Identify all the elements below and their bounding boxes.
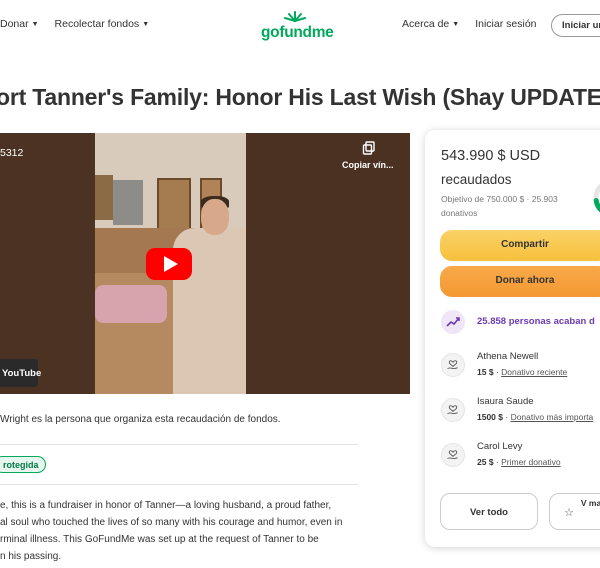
protected-badge[interactable]: rotegida <box>0 456 46 473</box>
start-fundraiser-button[interactable]: Iniciar una <box>551 14 600 37</box>
copy-link-icon[interactable] <box>362 141 376 155</box>
trending-up-icon <box>441 310 465 334</box>
divider <box>0 484 358 485</box>
top-donations-button[interactable]: ☆ V ma don <box>549 493 600 530</box>
play-icon <box>164 256 178 272</box>
donor-meta: 1500 $ · Donativo más importa <box>477 412 594 422</box>
header-nav-right: Acerca de ▼ Iniciar sesión <box>402 18 537 30</box>
donor-hand-heart-icon <box>441 398 465 422</box>
video-title-label: 5312 <box>0 147 24 159</box>
chevron-down-icon: ▼ <box>452 20 460 28</box>
nav-fundraise-menu[interactable]: Recolectar fondos ▼ <box>55 18 150 30</box>
description-line: al soul who touched the lives of so many… <box>0 517 343 528</box>
donor-name: Carol Levy <box>477 441 523 452</box>
copy-link-label[interactable]: Copiar vín... <box>342 160 394 170</box>
donor-hand-heart-icon <box>441 353 465 377</box>
nav-sign-in-link[interactable]: Iniciar sesión <box>475 18 536 30</box>
donor-meta: 15 $ · Donativo reciente <box>477 367 568 377</box>
progress-ring <box>593 178 600 218</box>
donor-meta: 25 $ · Primer donativo <box>477 457 561 467</box>
see-all-button[interactable]: Ver todo <box>440 493 538 530</box>
donor-amount: 25 $ <box>477 457 494 467</box>
goal-text: Objetivo de 750.000 $ · 25.903 donativos <box>441 194 558 218</box>
raised-label: recaudados <box>441 172 512 187</box>
divider <box>0 444 358 445</box>
donor-name: Isaura Saude <box>477 396 534 407</box>
header-nav-left: Donar ▼ Recolectar fondos ▼ <box>0 18 149 30</box>
site-header: Donar ▼ Recolectar fondos ▼ gofundme Ace… <box>0 0 600 52</box>
amount-raised: 543.990 $ USD <box>441 148 541 164</box>
nav-donate-label: Donar <box>0 18 29 30</box>
donor-amount: 15 $ <box>477 367 494 377</box>
nav-fundraise-label: Recolectar fondos <box>54 18 140 30</box>
donor-item: Athena Newell 15 $ · Donativo reciente <box>441 351 600 387</box>
campaign-video[interactable]: 5312 Copiar vín... YouTube <box>0 133 410 394</box>
donor-hand-heart-icon <box>441 443 465 467</box>
video-scene-fridge <box>113 180 143 225</box>
donor-tag-link[interactable]: Donativo más importa <box>511 412 594 422</box>
donate-now-button[interactable]: Donar ahora <box>440 266 600 297</box>
description-line: e, this is a fundraiser in honor of Tann… <box>0 500 332 511</box>
video-letterbox-left <box>0 133 95 394</box>
logo-text: gofundme <box>261 24 334 41</box>
page-title: ort Tanner's Family: Honor His Last Wish… <box>0 84 600 110</box>
nav-sign-in-label: Iniciar sesión <box>475 18 537 30</box>
donor-item: Carol Levy 25 $ · Primer donativo <box>441 441 600 477</box>
donor-name: Athena Newell <box>477 351 539 362</box>
gofundme-logo[interactable]: gofundme <box>261 11 334 42</box>
video-letterbox-right <box>246 133 410 394</box>
nav-about-label: Acerca de <box>402 18 450 30</box>
video-scene-door <box>157 178 191 233</box>
video-scene-pillow <box>95 285 167 323</box>
donor-tag-link[interactable]: Primer donativo <box>501 457 561 467</box>
donor-tag-link[interactable]: Donativo reciente <box>501 367 567 377</box>
video-scene-cabinet <box>95 175 113 220</box>
organizer-text: Wright es la persona que organiza esta r… <box>0 414 281 425</box>
star-icon: ☆ <box>564 507 574 519</box>
nav-about-menu[interactable]: Acerca de ▼ <box>402 18 459 30</box>
donor-item: Isaura Saude 1500 $ · Donativo más impor… <box>441 396 600 432</box>
donation-card: 543.990 $ USD recaudados Objetivo de 750… <box>425 130 600 547</box>
description-line: rminal illness. This GoFundMe was set up… <box>0 534 319 545</box>
chevron-down-icon: ▼ <box>142 20 150 28</box>
top-donations-label: V ma don <box>580 498 600 508</box>
sprout-logo-icon <box>284 11 306 22</box>
youtube-badge[interactable]: YouTube <box>0 359 41 387</box>
description-line: n his passing. <box>0 551 62 562</box>
campaign-description: e, this is a fundraiser in honor of Tann… <box>0 497 362 565</box>
nav-donate-menu[interactable]: Donar ▼ <box>0 18 39 30</box>
video-scene-person <box>201 199 229 235</box>
chevron-down-icon: ▼ <box>31 20 39 28</box>
donor-amount: 1500 $ <box>477 412 503 422</box>
recent-donors-count: 25.858 personas acaban d <box>477 316 595 327</box>
share-button[interactable]: Compartir <box>440 230 600 261</box>
